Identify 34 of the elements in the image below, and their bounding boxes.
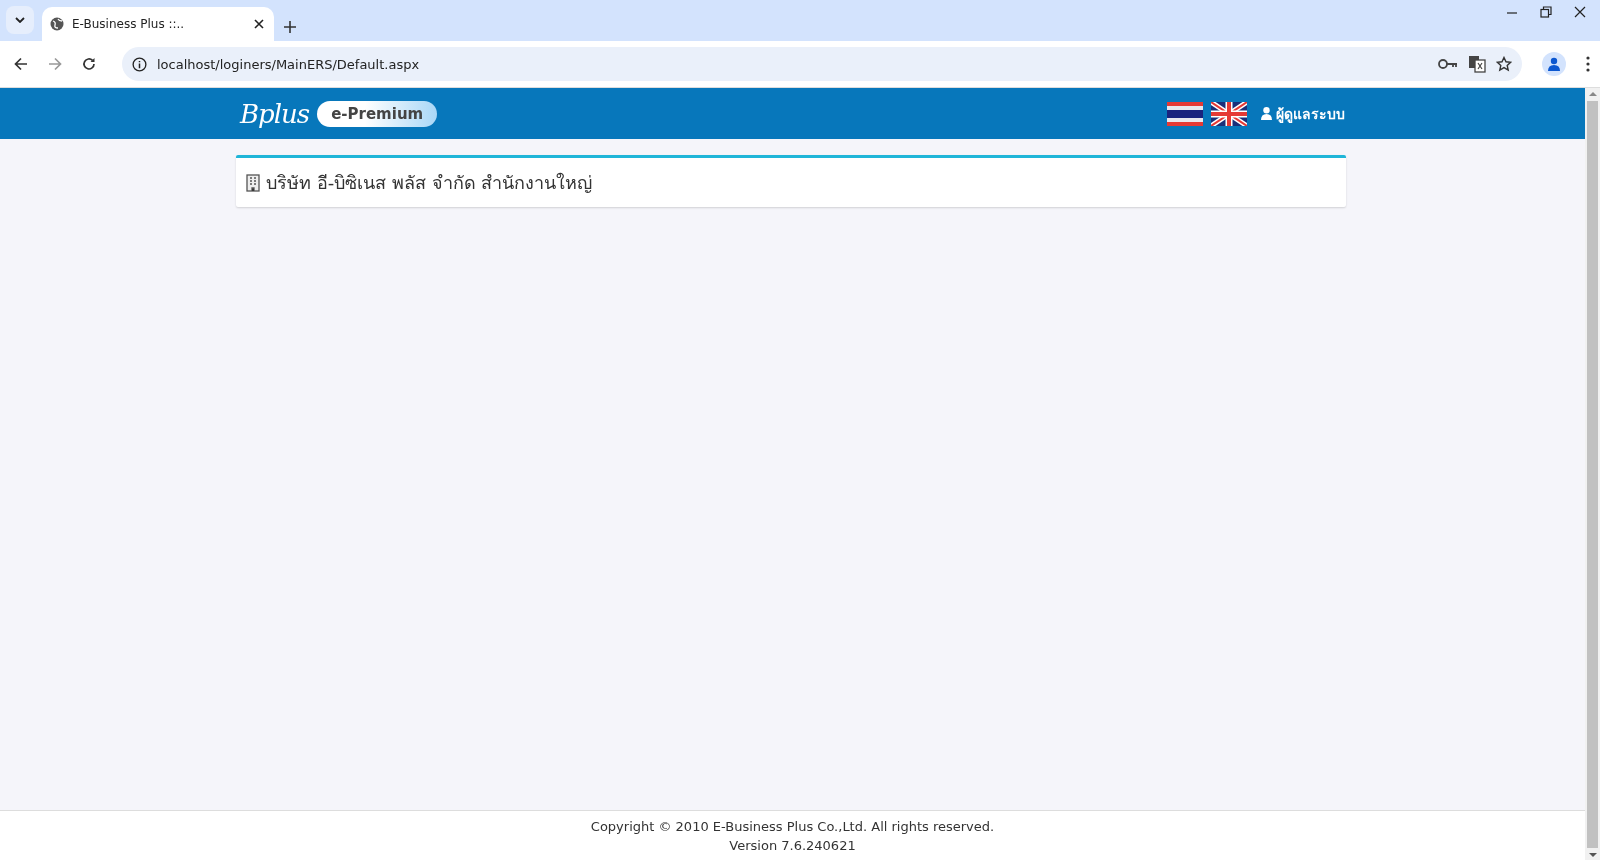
star-icon[interactable] [1496,56,1512,72]
close-icon[interactable] [1574,6,1586,18]
profile-button[interactable] [1542,52,1566,76]
company-title: บริษัท อี-บิซิเนส พลัส จำกัด สำนักงานใหญ่ [266,171,593,195]
url-text: localhost/loginers/MainERS/Default.aspx [157,56,421,72]
globe-icon [50,17,64,31]
tab-list-button[interactable] [6,6,34,34]
user-icon [1261,107,1272,120]
translate-icon[interactable] [1468,55,1486,73]
user-menu[interactable]: ผู้ดูแลระบบ [1261,102,1345,125]
address-bar[interactable]: localhost/loginers/MainERS/Default.aspx [122,47,1522,81]
product-badge: e-Premium [317,100,438,127]
browser-tab[interactable]: E-Business Plus ::.. [42,7,274,41]
scrollbar[interactable] [1585,88,1600,860]
scroll-down-icon[interactable] [1588,852,1597,858]
uk-flag-icon[interactable] [1211,101,1247,126]
back-icon[interactable] [14,57,28,71]
scroll-up-icon[interactable] [1588,91,1597,97]
copyright-text: Copyright © 2010 E-Business Plus Co.,Ltd. All rights reserved. [590,819,995,834]
info-icon[interactable] [132,56,147,72]
reload-icon[interactable] [82,57,96,71]
tab-title: E-Business Plus ::.. [72,17,186,31]
forward-icon[interactable] [48,57,62,71]
restore-icon[interactable] [1540,6,1552,18]
version-text: Version 7.6.240621 [729,838,856,853]
chevron-down-icon [15,17,25,23]
new-tab-icon[interactable] [284,21,296,33]
thai-flag-icon[interactable] [1167,101,1203,126]
person-icon [1547,57,1561,71]
menu-icon[interactable] [1586,56,1590,72]
logo[interactable]: Bplus [240,98,310,129]
key-icon[interactable] [1438,58,1458,70]
close-icon[interactable] [254,19,264,29]
building-icon [246,173,260,192]
